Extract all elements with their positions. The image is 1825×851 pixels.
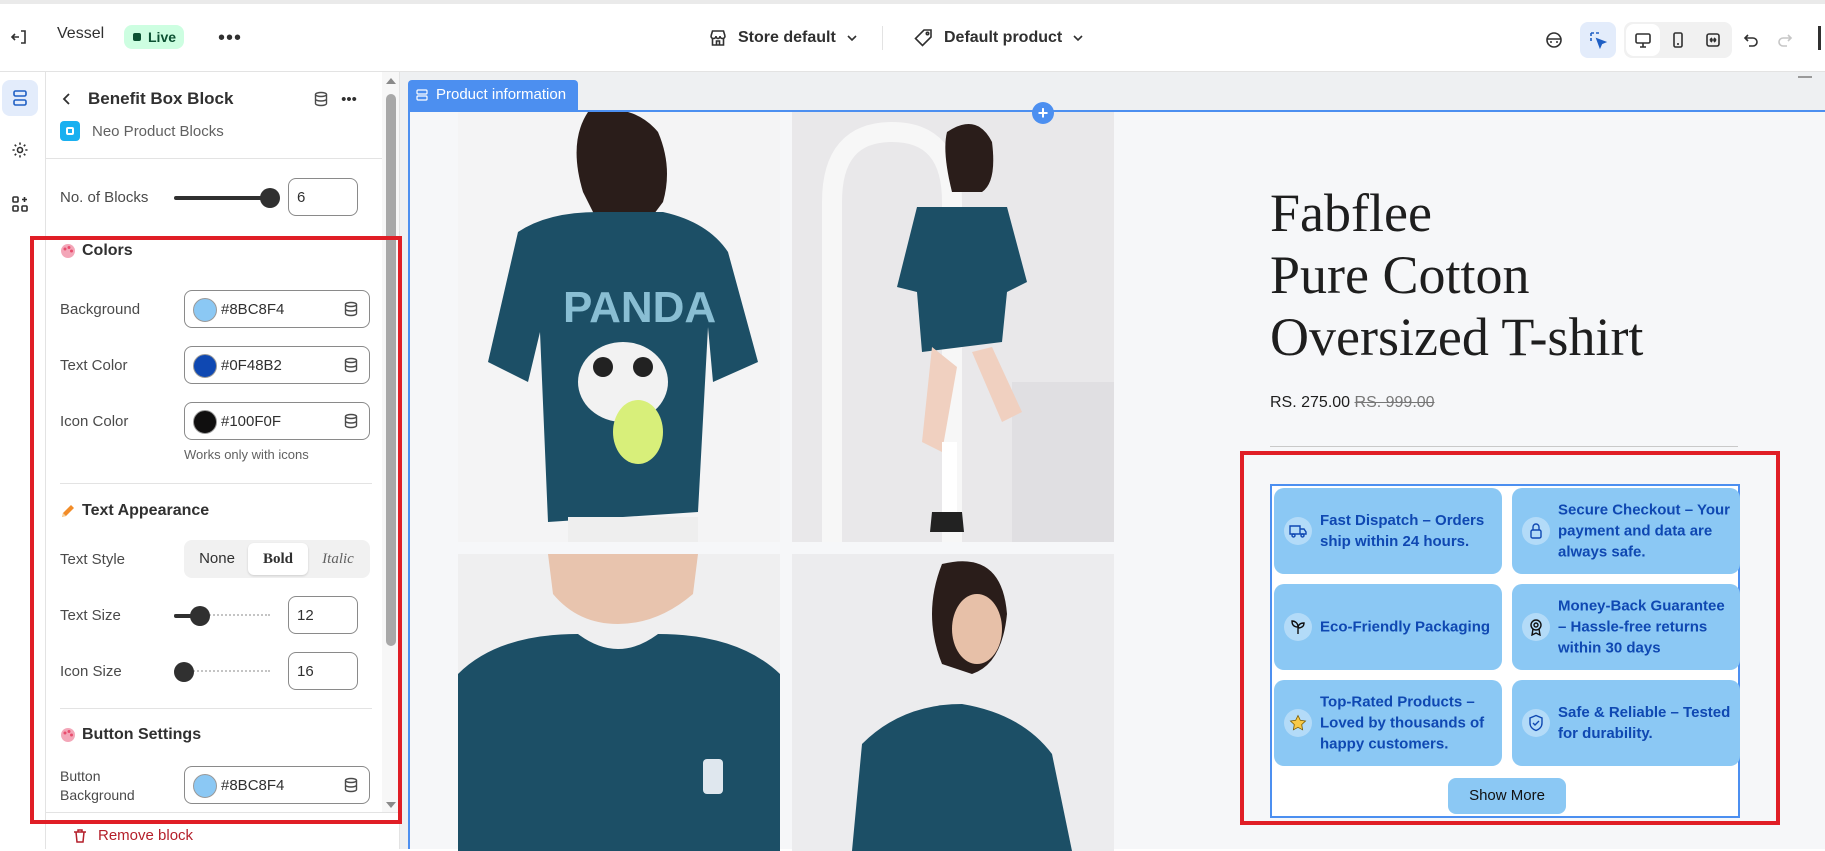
- panel-title: Benefit Box Block: [88, 89, 234, 108]
- redo-icon: [1778, 34, 1793, 47]
- app-icon: [60, 121, 80, 141]
- compare-price: RS. 999.00: [1354, 394, 1435, 411]
- back-button[interactable]: [54, 86, 80, 112]
- database-icon: [314, 91, 328, 107]
- viewport-switcher: [1624, 22, 1732, 58]
- mobile-view-button[interactable]: [1661, 24, 1695, 56]
- add-block-plus-icon[interactable]: +: [1032, 102, 1054, 124]
- apps-button[interactable]: [2, 186, 38, 222]
- redo-button[interactable]: [1770, 24, 1802, 56]
- product-photo-standing[interactable]: [792, 112, 1114, 542]
- undo-button[interactable]: [1734, 24, 1766, 56]
- chevron-down-icon: [847, 35, 857, 42]
- store-name: Vessel: [57, 25, 105, 42]
- trash-icon: [74, 828, 86, 843]
- chevron-left-icon: [62, 93, 70, 105]
- scroll-up-icon[interactable]: [385, 76, 397, 86]
- store-selector[interactable]: Store default: [700, 20, 866, 56]
- cursor-select-icon: [1590, 32, 1608, 50]
- product-selector[interactable]: Default product: [906, 20, 1092, 56]
- top-bar: Vessel Live ••• Store default Default pr…: [0, 0, 1825, 72]
- product-title: Fabflee Pure Cotton Oversized T-shirt: [1270, 182, 1643, 368]
- product-photo-back[interactable]: PANDA: [458, 112, 780, 542]
- price-row: RS. 275.00 RS. 999.00: [1270, 394, 1435, 412]
- product-title-line: Pure Cotton: [1270, 245, 1530, 305]
- exit-icon[interactable]: [4, 22, 34, 52]
- status-badge: Live: [124, 25, 185, 49]
- block-more-button[interactable]: •••: [336, 86, 362, 112]
- chevron-down-icon: [1073, 35, 1083, 42]
- product-title-line: Oversized T-shirt: [1270, 307, 1644, 367]
- blocks-label: No. of Blocks: [60, 189, 149, 206]
- blocks-input[interactable]: 6: [288, 178, 358, 216]
- section-icon: [416, 89, 428, 101]
- blocks-slider[interactable]: [174, 188, 280, 208]
- divider: [1270, 446, 1738, 447]
- ellipsis-icon: •••: [217, 27, 242, 49]
- minimize-icon[interactable]: [1798, 76, 1812, 78]
- highlight-box-settings: [30, 236, 402, 824]
- store-icon: [710, 30, 726, 46]
- sections-button[interactable]: [2, 80, 38, 116]
- more-actions-button[interactable]: •••: [214, 24, 246, 52]
- inspect-button[interactable]: [1580, 22, 1616, 58]
- ellipsis-icon: •••: [341, 90, 357, 108]
- app-name: Neo Product Blocks: [92, 123, 224, 140]
- fullwidth-view-button[interactable]: [1696, 24, 1730, 56]
- shirt-graphic-text: PANDA: [563, 283, 716, 332]
- dynamic-source-button[interactable]: [308, 86, 334, 112]
- undo-icon: [1743, 34, 1758, 47]
- mobile-icon: [1673, 32, 1683, 48]
- theme-icon[interactable]: [1538, 24, 1570, 56]
- product-title-line: Fabflee: [1270, 183, 1432, 243]
- sections-icon: [13, 90, 27, 106]
- theme-settings-button[interactable]: [2, 132, 38, 168]
- tag-icon: [914, 29, 932, 47]
- slider-thumb[interactable]: [260, 188, 280, 208]
- divider: [46, 158, 386, 159]
- product-photo-front[interactable]: [458, 554, 780, 851]
- price: RS. 275.00: [1270, 394, 1351, 411]
- divider: [1818, 26, 1821, 50]
- apps-icon: [12, 196, 28, 212]
- desktop-icon: [1635, 33, 1651, 48]
- gear-icon: [12, 142, 28, 158]
- divider: [882, 26, 883, 50]
- live-dot-icon: [133, 33, 141, 41]
- store-selector-label: Store default: [738, 29, 836, 46]
- expand-icon: [1706, 33, 1720, 47]
- desktop-view-button[interactable]: [1626, 24, 1660, 56]
- section-tag[interactable]: Product information: [408, 80, 579, 110]
- product-photo-side[interactable]: [792, 554, 1114, 851]
- highlight-box-preview: [1240, 451, 1780, 825]
- product-selector-label: Default product: [944, 29, 1063, 46]
- remove-block-button[interactable]: Remove block: [72, 827, 193, 844]
